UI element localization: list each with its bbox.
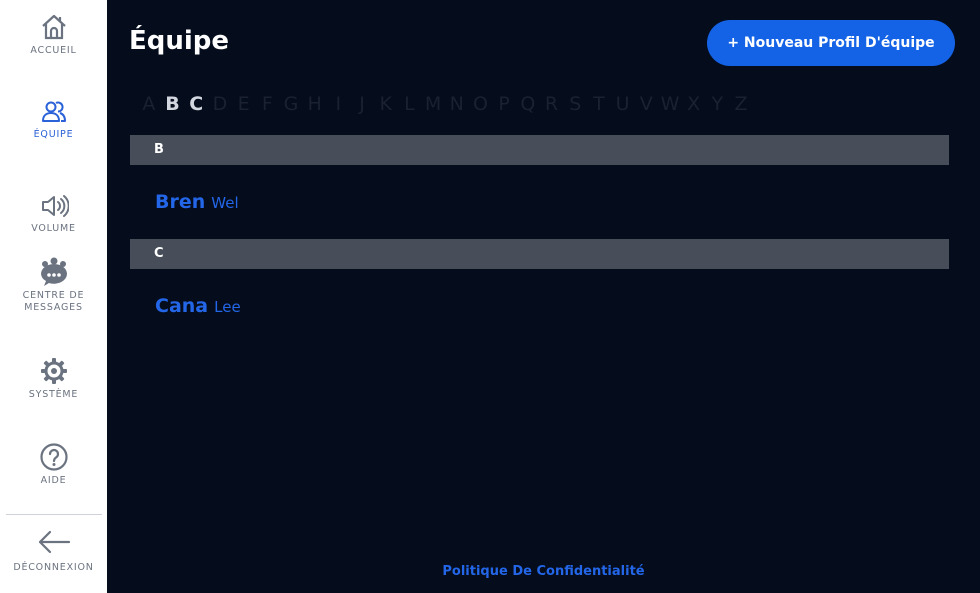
alphabet-letter-i: I xyxy=(335,93,342,115)
help-icon xyxy=(39,443,68,471)
alphabet-letter-b[interactable]: B xyxy=(161,91,185,117)
alphabet-letter-j: J xyxy=(359,93,365,115)
contact-first-name: Cana xyxy=(155,295,209,317)
contact-item[interactable]: Cana Lee xyxy=(155,291,241,321)
alphabet-index: ABCDEFGHIJKLMNOPQRSTUVWXYZ xyxy=(137,91,753,117)
privacy-policy-link[interactable]: Politique De Confidentialité xyxy=(107,562,980,582)
contact-first-name: Bren xyxy=(155,191,206,213)
team-icon xyxy=(41,101,66,122)
new-team-profile-button[interactable]: + Nouveau Profil D'équipe xyxy=(707,20,955,66)
nav-item-volume[interactable]: VOLUME xyxy=(0,192,107,235)
nav-label-line2: MESSAGES xyxy=(24,302,83,313)
page-title: Équipe xyxy=(129,26,230,56)
nav-label: ÉQUIPE xyxy=(33,129,74,140)
sidebar: ACCUEIL ÉQUIPE VOLUME CENTRE DE MESSAGES… xyxy=(0,0,107,593)
nav-label: SYSTÈME xyxy=(28,389,79,400)
alphabet-letter-s: S xyxy=(569,93,582,115)
alphabet-letter-y: Y xyxy=(711,93,724,115)
contact-last-name: Wel xyxy=(211,194,239,212)
alphabet-letter-o: O xyxy=(472,93,488,115)
alphabet-letter-m: M xyxy=(424,93,442,115)
alphabet-letter-t: T xyxy=(593,93,605,115)
alphabet-letter-k: K xyxy=(379,93,392,115)
volume-icon xyxy=(41,195,69,217)
alphabet-letter-p: P xyxy=(498,93,510,115)
alphabet-letter-w: W xyxy=(660,93,680,115)
nav-item-aide[interactable]: AIDE xyxy=(0,442,107,487)
message-center-icon xyxy=(40,257,67,286)
alphabet-letter-d: D xyxy=(212,93,228,115)
alphabet-letter-g: G xyxy=(283,93,299,115)
arrow-left-icon xyxy=(38,530,70,554)
alphabet-letter-q: Q xyxy=(520,93,536,115)
home-icon xyxy=(41,14,66,40)
alphabet-letter-f: F xyxy=(261,93,273,115)
alphabet-letter-l: L xyxy=(404,93,415,115)
nav-label: DÉCONNEXION xyxy=(13,562,94,573)
nav-item-message-center[interactable]: CENTRE DE MESSAGES xyxy=(0,256,107,314)
alphabet-letter-r: R xyxy=(544,93,559,115)
nav-label: AIDE xyxy=(40,475,67,486)
alphabet-letter-e: E xyxy=(237,93,250,115)
group-header-b: B xyxy=(130,135,949,165)
alphabet-letter-v: V xyxy=(639,93,653,115)
sidebar-divider xyxy=(6,514,102,515)
nav-item-accueil[interactable]: ACCUEIL xyxy=(0,12,107,57)
alphabet-letter-x: X xyxy=(687,93,701,115)
alphabet-letter-n: N xyxy=(449,93,464,115)
nav-label: VOLUME xyxy=(31,223,76,234)
nav-item-systeme[interactable]: SYSTÈME xyxy=(0,356,107,401)
nav-label: CENTRE DE xyxy=(22,290,85,301)
alphabet-letter-a: A xyxy=(142,93,156,115)
gear-icon xyxy=(40,358,67,384)
contact-last-name: Lee xyxy=(214,298,241,316)
main-content: Équipe + Nouveau Profil D'équipe ABCDEFG… xyxy=(107,0,980,593)
contact-item[interactable]: Bren Wel xyxy=(155,187,239,217)
nav-item-equipe[interactable]: ÉQUIPE xyxy=(0,98,107,141)
logout-button[interactable]: DÉCONNEXION xyxy=(0,528,107,574)
nav-label: ACCUEIL xyxy=(30,45,77,56)
alphabet-letter-u: U xyxy=(615,93,630,115)
group-header-c: C xyxy=(130,239,949,269)
alphabet-letter-z: Z xyxy=(734,93,748,115)
alphabet-letter-h: H xyxy=(307,93,322,115)
alphabet-letter-c[interactable]: C xyxy=(184,91,208,117)
